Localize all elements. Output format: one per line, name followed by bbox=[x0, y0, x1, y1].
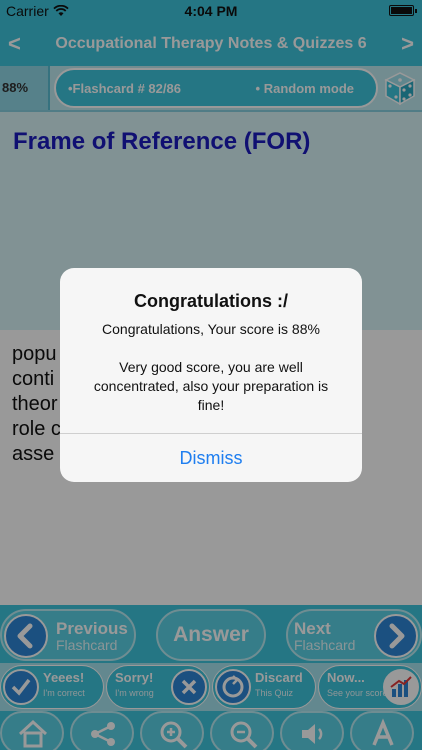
app-screen: Carrier 4:04 PM < Occupational Therapy N… bbox=[0, 0, 422, 750]
alert-feedback-line: Very good score, you are well concentrat… bbox=[93, 359, 329, 413]
alert-spacer bbox=[82, 339, 340, 358]
alert-score-line: Congratulations, Your score is 88% bbox=[102, 321, 320, 337]
score-alert-dialog: Congratulations :/ Congratulations, Your… bbox=[60, 268, 362, 482]
dismiss-button[interactable]: Dismiss bbox=[60, 434, 362, 482]
alert-message: Congratulations, Your score is 88% Very … bbox=[82, 320, 340, 415]
alert-title: Congratulations :/ bbox=[134, 291, 288, 311]
